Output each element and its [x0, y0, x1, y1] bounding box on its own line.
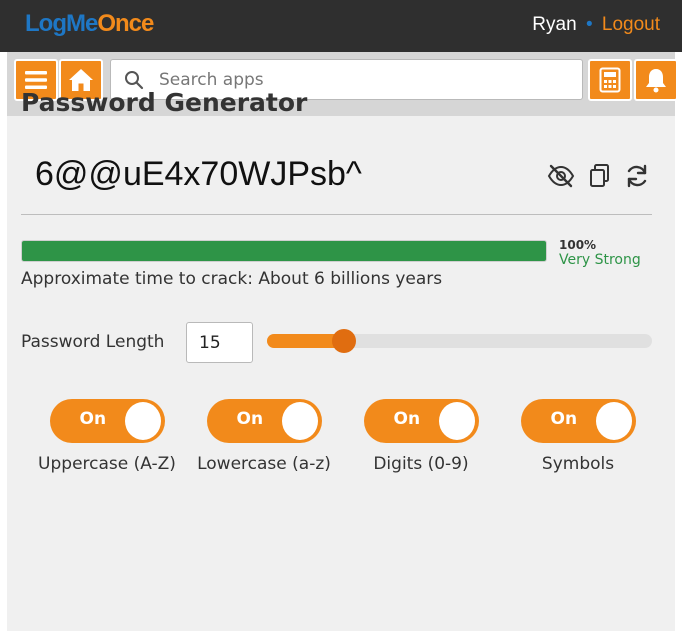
toggle-visibility-button[interactable] — [547, 162, 575, 190]
toggle-state: On — [79, 409, 107, 429]
toggle-knob — [438, 402, 475, 440]
page-title: Password Generator — [21, 88, 308, 117]
lowercase-label: Lowercase (a-z) — [197, 454, 331, 474]
uppercase-label: Uppercase (A-Z) — [38, 454, 176, 474]
toggle-lowercase: On Lowercase (a-z) — [189, 399, 339, 474]
regenerate-button[interactable] — [623, 162, 651, 190]
user-name: Ryan — [532, 14, 577, 35]
toggle-state: On — [236, 409, 264, 429]
calculator-button[interactable] — [588, 59, 632, 101]
digits-label: Digits (0-9) — [373, 454, 469, 474]
digits-toggle[interactable]: On — [363, 399, 479, 443]
slider-thumb[interactable] — [332, 329, 356, 353]
toggle-state: On — [393, 409, 421, 429]
uppercase-toggle[interactable]: On — [49, 399, 165, 443]
top-bar: LogMeOnce Ryan • Logout — [0, 0, 682, 52]
generated-password: 6@@uE4x70WJPsb^ — [35, 155, 362, 193]
toggle-knob — [595, 402, 632, 440]
calculator-icon — [599, 67, 621, 93]
password-length-input[interactable] — [186, 322, 253, 363]
eye-slash-icon — [547, 164, 575, 188]
strength-meter — [21, 240, 547, 262]
toggle-knob — [124, 402, 161, 440]
notifications-button[interactable] — [634, 59, 678, 101]
copy-button[interactable] — [586, 162, 614, 190]
password-length-slider[interactable] — [267, 329, 652, 353]
toggle-knob — [281, 402, 318, 440]
logout-link[interactable]: Logout — [602, 14, 660, 35]
bell-icon — [646, 69, 666, 93]
strength-label: Very Strong — [559, 252, 641, 268]
toggle-symbols: On Symbols — [503, 399, 653, 474]
divider — [21, 214, 652, 215]
symbols-toggle[interactable]: On — [520, 399, 636, 443]
refresh-icon — [627, 164, 647, 188]
search-icon — [125, 71, 144, 90]
strength-meter-fill — [22, 241, 546, 261]
separator-dot: • — [585, 14, 593, 35]
toggle-digits: On Digits (0-9) — [346, 399, 496, 474]
logo: LogMeOnce — [25, 10, 154, 37]
toggle-uppercase: On Uppercase (A-Z) — [32, 399, 182, 474]
strength-percent: 100% — [559, 238, 597, 252]
lowercase-toggle[interactable]: On — [206, 399, 322, 443]
crack-time-text: Approximate time to crack: About 6 billi… — [21, 269, 443, 289]
password-length-label: Password Length — [21, 332, 165, 352]
toggle-state: On — [550, 409, 578, 429]
symbols-label: Symbols — [541, 454, 615, 474]
copy-icon — [590, 164, 609, 187]
user-area: Ryan • Logout — [532, 14, 660, 36]
